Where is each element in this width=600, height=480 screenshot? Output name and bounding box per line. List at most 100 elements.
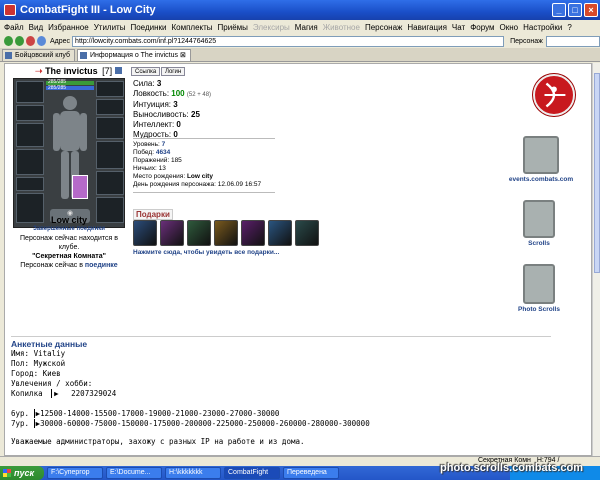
login-button[interactable]: Логин xyxy=(161,67,186,76)
menu-item[interactable]: Чат xyxy=(452,23,465,32)
profile-wallet: Копилка ▶ 2207329024 xyxy=(11,389,551,399)
stat-label: Сила: xyxy=(133,79,155,88)
info-icon[interactable] xyxy=(114,67,122,74)
record-label: Ничьих: xyxy=(133,165,157,172)
stat-label: Ловкость: xyxy=(133,89,170,98)
taskbar-item[interactable]: CombatFight xyxy=(224,467,280,479)
taskbar-item[interactable]: E:\Docume... xyxy=(106,467,162,479)
armor-slot[interactable] xyxy=(16,149,44,175)
stat-label: Интуиция: xyxy=(133,100,171,109)
all-gifts-link[interactable]: Нажмите сюда, чтобы увидеть все подарки.… xyxy=(133,249,279,256)
tab-character-info[interactable]: Информация о The invictus ⊠ xyxy=(77,49,191,61)
menu-item[interactable]: Файл xyxy=(4,23,24,32)
scrolls-link[interactable]: Scrolls xyxy=(499,240,579,247)
tab-label: Бойцовский клуб xyxy=(15,52,71,59)
play-icon: ▶ xyxy=(51,389,59,398)
menu-item[interactable]: Форум xyxy=(470,23,494,32)
record-birthday: День рождения персонажа: 12.06.09 16:57 xyxy=(133,181,293,189)
photo-scrolls-icon[interactable] xyxy=(523,264,555,304)
url-field[interactable]: http://lowcity.combats.com/inf.pl?124476… xyxy=(72,35,505,47)
minimize-button[interactable]: _ xyxy=(552,3,566,17)
shield-slot[interactable] xyxy=(96,141,124,169)
location-block: Low city Завершенные поединки Персонаж с… xyxy=(9,216,129,270)
menu-item[interactable]: Персонаж xyxy=(365,23,402,32)
pet-icon[interactable] xyxy=(72,175,88,199)
refresh-icon[interactable] xyxy=(37,36,46,46)
arrow-icon: ➝ xyxy=(35,66,43,76)
taskbar-item[interactable]: H:\kkkkkkk xyxy=(165,467,221,479)
finished-fights-link[interactable]: Завершенные поединки xyxy=(9,225,129,234)
menu-item[interactable]: Элексиры xyxy=(253,23,290,32)
location-city: Low city xyxy=(50,215,87,225)
menu-item[interactable]: ? xyxy=(567,23,571,32)
forward-icon[interactable] xyxy=(15,36,24,46)
gift-icon[interactable] xyxy=(160,220,184,246)
link-button[interactable]: Ссылка xyxy=(131,67,161,76)
gift-icon[interactable] xyxy=(133,220,157,246)
maximize-button[interactable]: □ xyxy=(568,3,582,17)
profile-note: Уважаемые администраторы, захожу с разны… xyxy=(11,437,305,446)
stat-value: 25 xyxy=(191,110,200,119)
menu-item[interactable]: Окно xyxy=(500,23,519,32)
menu-item[interactable]: Утилиты xyxy=(94,23,126,32)
profile-title: Анкетные данные xyxy=(11,336,551,349)
profile-city: Город: Киев xyxy=(11,369,61,378)
gift-icon[interactable] xyxy=(241,220,265,246)
weapon-slot[interactable] xyxy=(16,123,44,147)
levels-list: 6ур. ▶12500-14000-15500-17000-19000-2100… xyxy=(11,409,370,429)
helmet-slot[interactable] xyxy=(16,81,44,103)
stat-value: 100 xyxy=(171,89,185,98)
menu-item[interactable]: Приёмы xyxy=(218,23,248,32)
taskbar-item[interactable]: F:\Супергор xyxy=(47,467,103,479)
level-label: 6ур. xyxy=(11,409,30,418)
menu-item[interactable]: Вид xyxy=(29,23,43,32)
photo-scrolls-link[interactable]: Photo Scrolls xyxy=(499,306,579,313)
task-list: F:\Супергор E:\Docume... H:\kkkkkkk CombatF… xyxy=(44,467,339,479)
archer-emblem-icon[interactable] xyxy=(533,74,575,116)
start-button[interactable]: пуск xyxy=(0,466,44,480)
menu-item[interactable]: Комплекты xyxy=(171,23,212,32)
app-icon xyxy=(4,4,16,16)
scrollbar-thumb[interactable] xyxy=(594,73,600,273)
window-title: CombatFight III - Low City xyxy=(20,4,156,16)
record-value: Low city xyxy=(186,173,213,180)
level-row: 6ур. ▶12500-14000-15500-17000-19000-2100… xyxy=(11,409,370,419)
close-button[interactable]: × xyxy=(584,3,598,17)
belt-slot[interactable] xyxy=(16,177,44,191)
location-text: Персонаж сейчас находится в клубе. xyxy=(20,235,118,251)
stat-row: Ловкость: 100 (52 + 48) xyxy=(133,89,273,100)
search-input[interactable] xyxy=(545,35,600,47)
menu-item[interactable]: Магия xyxy=(295,23,318,32)
gift-icon[interactable] xyxy=(295,220,319,246)
vertical-scrollbar[interactable] xyxy=(592,63,600,456)
tab-fight-club[interactable]: Бойцовский клуб xyxy=(2,49,76,61)
back-icon[interactable] xyxy=(4,36,13,46)
scrolls-icon[interactable] xyxy=(523,200,555,238)
gift-icon[interactable] xyxy=(187,220,211,246)
fight-status: Персонаж сейчас в поединке xyxy=(9,261,129,270)
amulet-slot[interactable] xyxy=(16,105,44,121)
scroll-slot[interactable] xyxy=(96,171,124,195)
menu-bar: Файл Вид Избранное Утилиты Поединки Комплекты… xyxy=(0,20,600,34)
stat-row: Сила: 3 xyxy=(133,79,273,89)
profile-sex: Пол: Мужской xyxy=(11,359,66,368)
divider xyxy=(133,192,275,193)
fight-link[interactable]: поединке xyxy=(85,262,118,269)
record-value: 12.06.09 16:57 xyxy=(217,181,262,188)
stop-icon[interactable] xyxy=(26,36,35,46)
menu-item[interactable]: Поединки xyxy=(130,23,166,32)
gift-icon[interactable] xyxy=(214,220,238,246)
menu-item[interactable]: Навигация xyxy=(407,23,447,32)
menu-item[interactable]: Избранное xyxy=(48,23,89,32)
events-link[interactable]: events.combats.com xyxy=(501,176,581,183)
taskbar-item[interactable]: Переведена xyxy=(283,467,339,479)
menu-item[interactable]: Животное xyxy=(323,23,360,32)
gloves-slot[interactable] xyxy=(96,117,124,139)
location-room: "Секретная Комната" xyxy=(32,253,106,260)
profile-name: Имя: Vitaliy xyxy=(11,349,66,358)
earrings-slot[interactable] xyxy=(96,81,124,97)
menu-item[interactable]: Настройки xyxy=(523,23,562,32)
events-icon[interactable] xyxy=(523,136,559,174)
ring-slot[interactable] xyxy=(96,99,124,115)
gift-icon[interactable] xyxy=(268,220,292,246)
